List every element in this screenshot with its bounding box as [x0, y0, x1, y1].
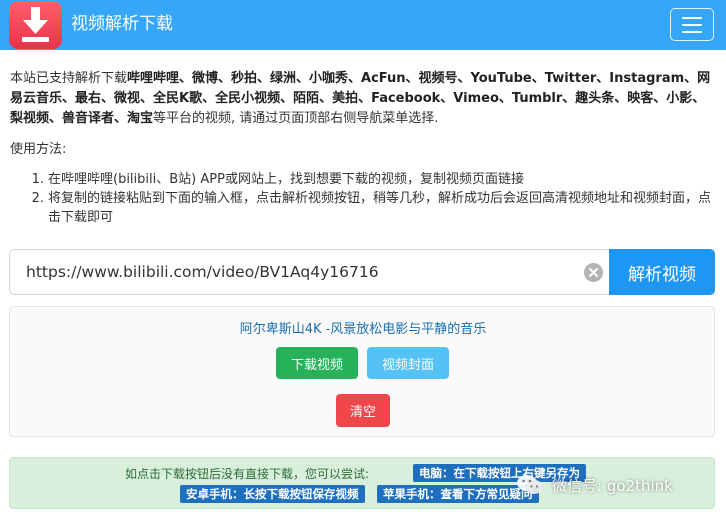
url-input-group [9, 249, 609, 295]
navbar: 视频解析下载 [0, 0, 726, 50]
usage-step: 2. 将复制的链接粘贴到下面的输入框，点击解析视频按钮，稍等几秒，解析成功后会返… [31, 191, 712, 225]
download-video-button[interactable]: 下载视频 [276, 347, 358, 379]
menu-toggle-button[interactable] [670, 8, 714, 41]
video-cover-button[interactable]: 视频封面 [367, 347, 449, 379]
wechat-watermark: 微信号: go2think [516, 473, 673, 497]
usage-step: 1. 在哔哩哔哩(bilibili、B站) APP或网站上，找到想要下载的视频，… [31, 172, 524, 187]
result-panel: 阿尔卑斯山4K -风景放松电影与平静的音乐 下载视频 视频封面 清空 [9, 306, 715, 437]
clear-button[interactable]: 清空 [336, 394, 390, 427]
usage-steps: 1. 在哔哩哔哩(bilibili、B站) APP或网站上，找到想要下载的视频，… [24, 170, 714, 227]
watermark-text: 微信号: go2think [552, 476, 673, 495]
hint-tag-android: 安卓手机：长按下载按钮保存视频 [180, 485, 365, 503]
wechat-icon [517, 475, 543, 494]
video-url-input[interactable] [10, 250, 570, 294]
download-logo-icon[interactable] [9, 1, 62, 49]
video-title: 阿尔卑斯山4K -风景放松电影与平静的音乐 [239, 322, 487, 337]
parse-video-button[interactable]: 解析视频 [609, 249, 715, 295]
hint-tag-iphone: 苹果手机：查看下方常见疑问 [377, 485, 539, 503]
intro-text: 本站已支持解析下载哔哩哔哩、微博、秒拍、绿洲、小咖秀、AcFun、视频号、You… [10, 71, 711, 126]
brand-title[interactable]: 视频解析下载 [71, 12, 173, 36]
clear-input-icon[interactable] [584, 263, 603, 282]
hint-text: 如点击下载按钮后没有直接下载，您可以尝试: [125, 467, 370, 481]
hamburger-icon [682, 17, 702, 19]
usage-title: 使用方法: [10, 142, 67, 157]
